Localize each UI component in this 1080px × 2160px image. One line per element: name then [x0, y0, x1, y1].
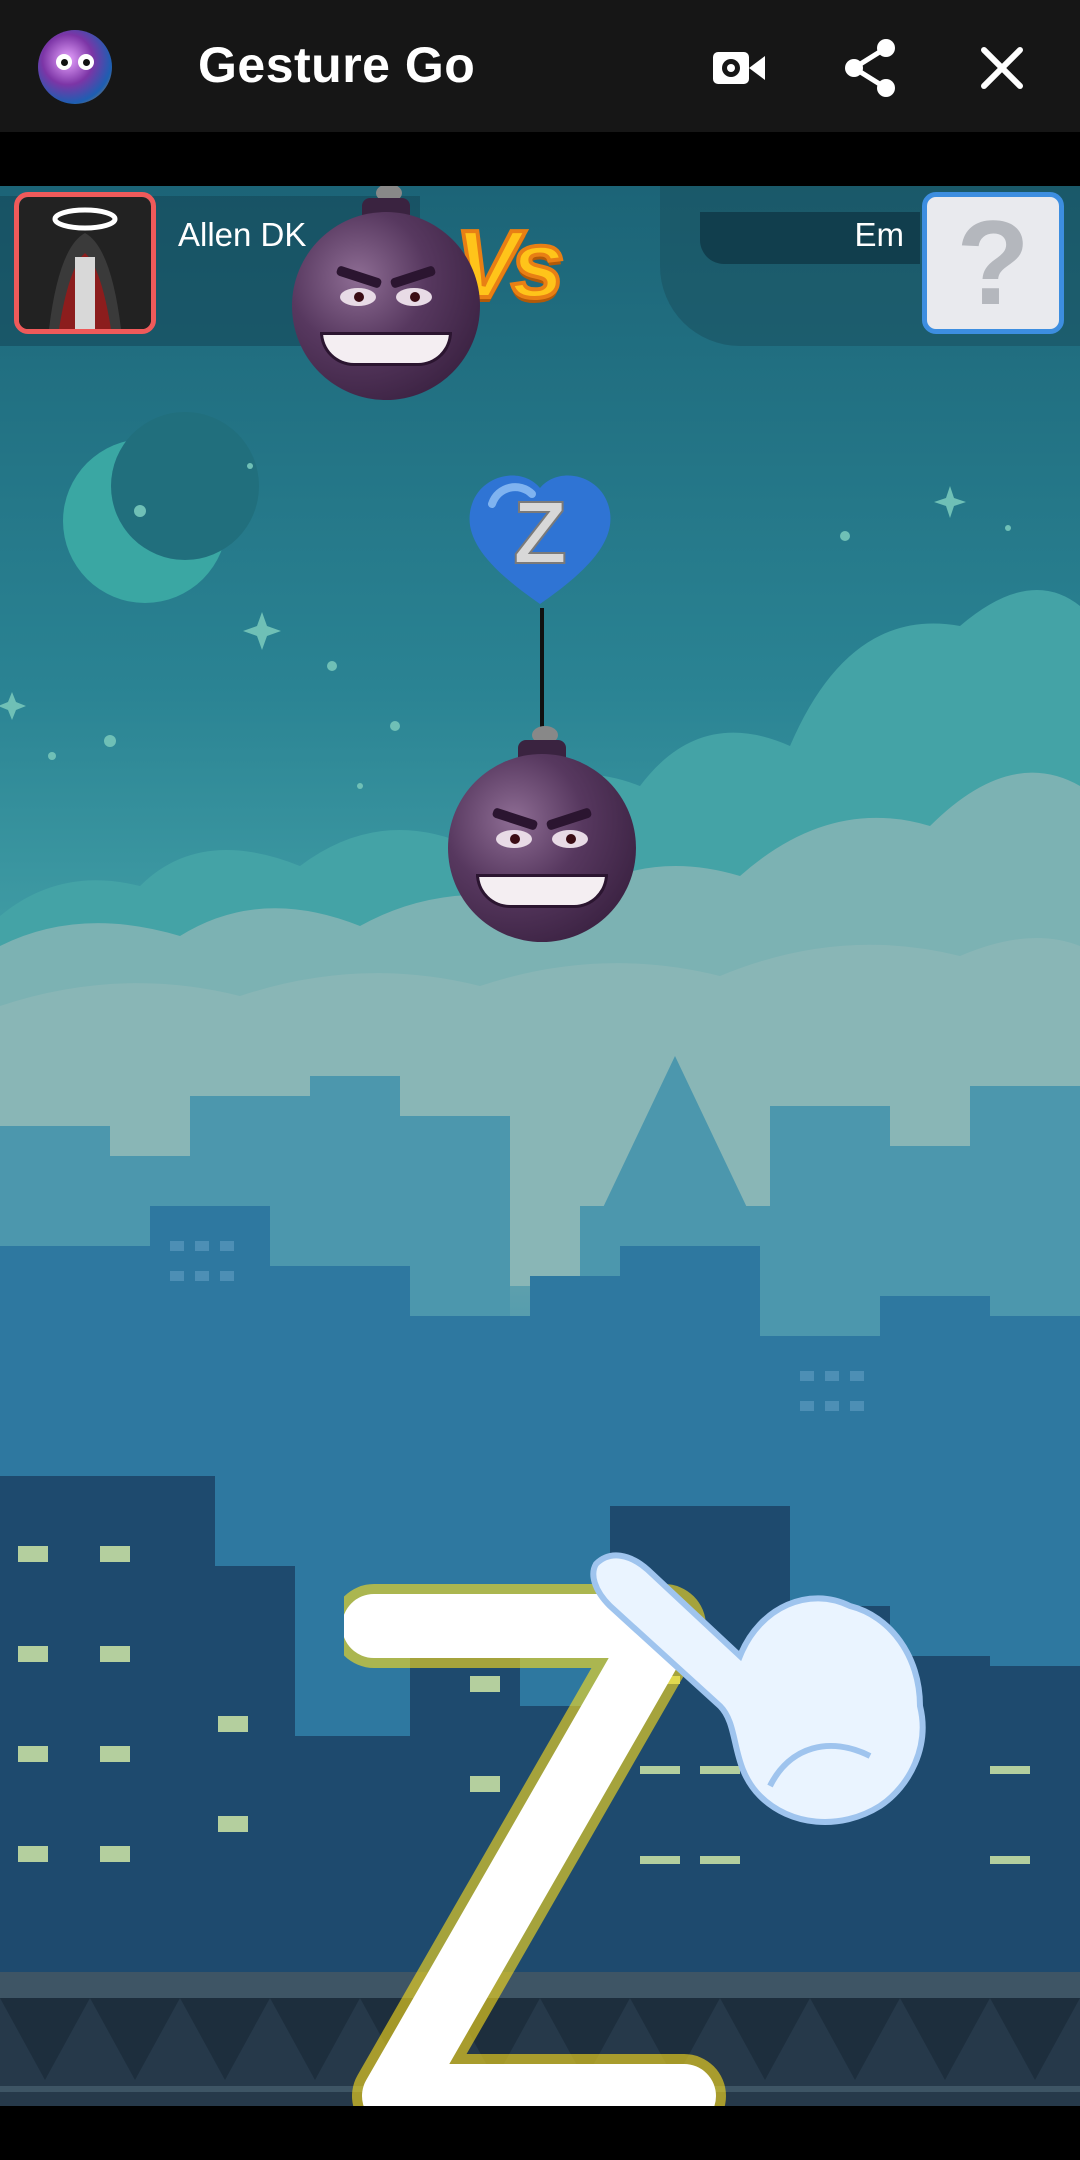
close-icon [981, 47, 1023, 89]
app-title: Gesture Go [198, 37, 476, 93]
bomb-enemy[interactable] [292, 186, 480, 400]
game-canvas[interactable]: Allen DK Vs Em ? Z [0, 186, 1080, 2106]
player-right-name: Em [854, 216, 905, 253]
bomb-body [448, 754, 636, 942]
share-button[interactable] [830, 28, 910, 108]
bomb-mouth [476, 874, 608, 908]
bomb-mouth [320, 332, 452, 366]
player-left-avatar[interactable] [14, 192, 156, 334]
bomb-enemy[interactable] [448, 726, 636, 942]
app-bar: Gesture Go [0, 0, 1080, 132]
record-button[interactable] [699, 28, 779, 108]
bomb-body [292, 212, 480, 400]
close-button[interactable] [962, 28, 1042, 108]
bomb-eye [396, 288, 432, 306]
pointing-hand-icon [590, 1552, 926, 1825]
app-icon-eye [78, 54, 94, 70]
balloon-string [540, 608, 544, 736]
player-right-avatar[interactable]: ? [922, 192, 1064, 334]
unknown-player-icon: ? [956, 196, 1030, 330]
versus-hud: Allen DK Vs Em ? [0, 186, 1080, 346]
app-icon [38, 30, 112, 104]
player-left-avatar-image [19, 197, 151, 329]
bottom-letterbox [0, 2106, 1080, 2160]
share-icon [845, 39, 895, 97]
player-left-name: Allen DK [178, 216, 307, 253]
app-icon-eye [56, 54, 72, 70]
bomb-eye [552, 830, 588, 848]
bomb-eye [340, 288, 376, 306]
bomb-eye [496, 830, 532, 848]
balloon-letter: Z [512, 482, 568, 583]
record-icon [713, 52, 765, 84]
top-letterbox [0, 132, 1080, 186]
